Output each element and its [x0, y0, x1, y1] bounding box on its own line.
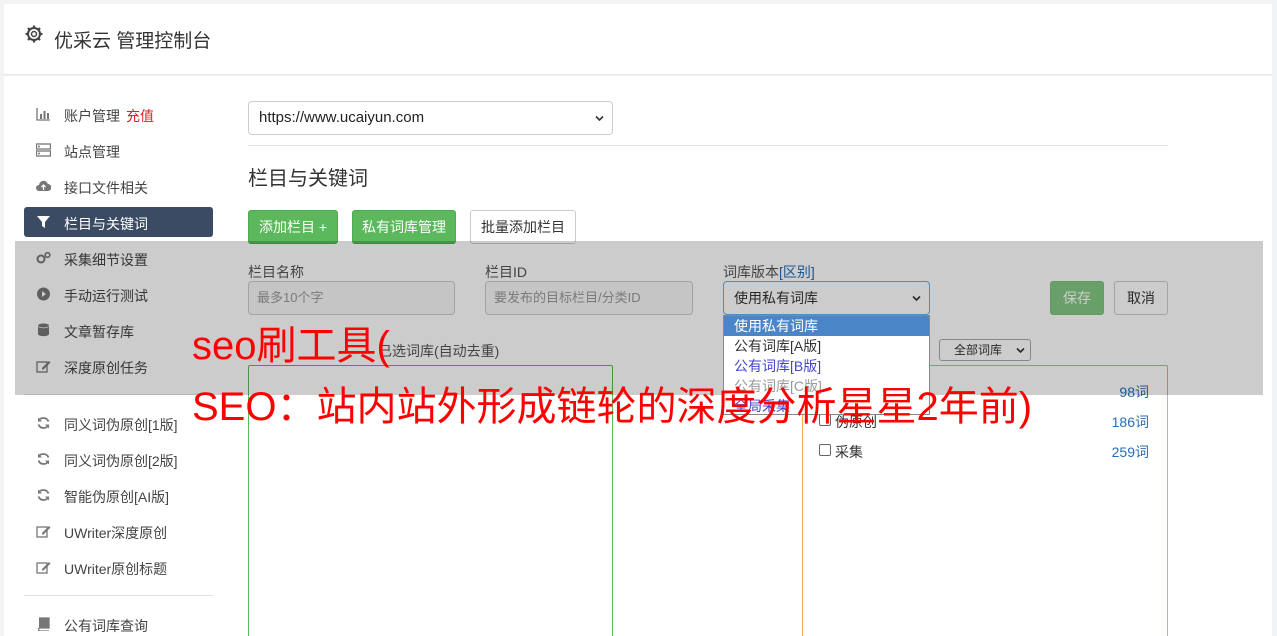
sidebar-item-sites[interactable]: 站点管理	[24, 135, 213, 165]
refresh-icon	[37, 417, 50, 429]
edit-icon	[36, 526, 51, 538]
sidebar-item-label: 公有词库查询	[64, 618, 148, 634]
library-row[interactable]: 采集 259词	[819, 441, 1149, 461]
sidebar-item-synonym-v2[interactable]: 同义词伪原创[2版]	[24, 444, 213, 474]
sidebar-item-label: UWriter深度原创	[64, 525, 168, 541]
sidebar-item-label: 智能伪原创[AI版]	[64, 489, 170, 505]
sidebar-item-label: 同义词伪原创[1版]	[64, 417, 178, 433]
filter-icon	[37, 216, 50, 228]
refresh-icon	[37, 453, 50, 465]
sidebar-item-uwriter-title[interactable]: UWriter原创标题	[24, 552, 213, 582]
gear-icon	[25, 25, 43, 43]
sidebar-item-label: 接口文件相关	[64, 180, 148, 196]
bar-chart-icon	[36, 108, 50, 121]
recharge-link[interactable]: 充值	[126, 108, 154, 124]
sidebar-item-label: 同义词伪原创[2版]	[64, 453, 178, 469]
batch-add-column-button[interactable]: 批量添加栏目	[470, 210, 576, 244]
sidebar-item-uwriter-original[interactable]: UWriter深度原创	[24, 516, 213, 546]
sidebar-item-ai-rewrite[interactable]: 智能伪原创[AI版]	[24, 480, 213, 510]
sidebar-item-synonym-v1[interactable]: 同义词伪原创[1版]	[24, 408, 213, 438]
watermark-line-2: SEO：站内站外形成链轮的深度分析星星2年前)	[192, 385, 1033, 429]
dropdown-option[interactable]: 公有词库[B版]	[724, 356, 929, 376]
top-header: 优采云 管理控制台	[4, 4, 1272, 75]
sidebar-item-label: 站点管理	[64, 144, 120, 160]
server-icon	[36, 143, 51, 157]
sidebar-divider	[24, 595, 213, 596]
refresh-icon	[37, 489, 50, 501]
page-title: 栏目与关键词	[248, 168, 368, 190]
sidebar-item-label: 栏目与关键词	[64, 216, 148, 232]
dropdown-option[interactable]: 使用私有词库	[724, 316, 929, 336]
sidebar-item-api-files[interactable]: 接口文件相关	[24, 171, 213, 201]
divider	[248, 145, 1168, 146]
sidebar-item-public-lib-query[interactable]: 公有词库查询	[24, 609, 213, 636]
add-column-button[interactable]: 添加栏目 +	[248, 210, 338, 244]
library-count: 259词	[1111, 444, 1149, 460]
sidebar-item-label: 账户管理	[64, 108, 120, 124]
watermark-line-1: seo刷工具(	[192, 324, 390, 368]
sidebar-item-columns-keywords[interactable]: 栏目与关键词	[24, 207, 213, 237]
sidebar-item-account[interactable]: 账户管理 充值	[24, 99, 213, 129]
cloud-upload-icon	[36, 180, 51, 191]
site-select-value: https://www.ucaiyun.com	[259, 109, 425, 126]
library-name: 采集	[835, 444, 863, 460]
library-checkbox[interactable]	[819, 444, 831, 456]
private-lib-button[interactable]: 私有词库管理	[352, 210, 456, 244]
library-count: 186词	[1111, 414, 1149, 430]
site-select[interactable]: https://www.ucaiyun.com	[248, 101, 613, 135]
sidebar-item-label: UWriter原创标题	[64, 561, 168, 577]
book-icon	[37, 617, 50, 631]
chevron-down-icon	[595, 115, 604, 122]
dropdown-option[interactable]: 公有词库[A版]	[724, 336, 929, 356]
edit-icon	[36, 562, 51, 574]
app-title: 优采云 管理控制台	[54, 31, 212, 52]
screen-overlay	[15, 241, 1263, 395]
